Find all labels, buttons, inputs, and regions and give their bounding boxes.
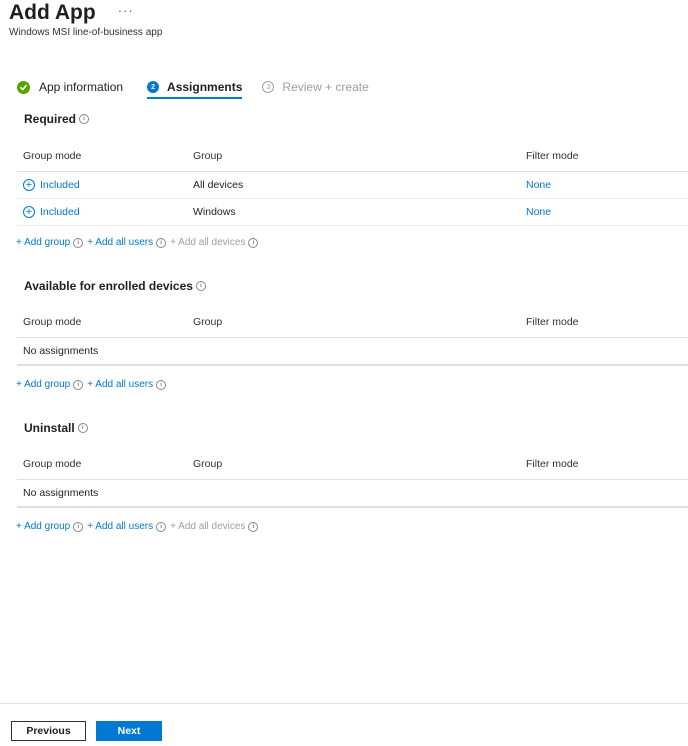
filter-mode-link[interactable]: None: [526, 172, 551, 198]
add-all-devices-link[interactable]: + Add all devices: [170, 521, 245, 532]
column-header-filter-mode: Filter mode: [526, 150, 579, 162]
section-available-title: Available for enrolled devices i: [24, 279, 206, 293]
add-group-link[interactable]: + Add group: [16, 379, 70, 390]
page-header: Add App ··· Windows MSI line-of-business…: [9, 0, 162, 38]
info-icon[interactable]: i: [73, 521, 84, 532]
step-number-icon: 3: [262, 81, 275, 93]
add-all-devices-link[interactable]: + Add all devices: [170, 237, 245, 248]
group-mode-link[interactable]: Included: [40, 206, 80, 218]
filter-mode-link[interactable]: None: [526, 199, 551, 225]
next-button[interactable]: Next: [96, 721, 162, 741]
step-label: Assignments: [167, 80, 243, 94]
column-header-group-mode: Group mode: [23, 316, 82, 328]
empty-state-text: No assignments: [23, 345, 99, 357]
info-icon[interactable]: i: [248, 521, 259, 532]
info-icon[interactable]: i: [156, 237, 167, 248]
group-mode-link[interactable]: Included: [40, 179, 80, 191]
column-header-filter-mode: Filter mode: [526, 458, 579, 470]
page-subtitle: Windows MSI line-of-business app: [9, 27, 163, 38]
section-title-text: Available for enrolled devices: [24, 279, 193, 293]
group-mode-cell[interactable]: + Included: [23, 199, 80, 225]
wizard-steps: App information 2 Assignments 3 Review +…: [17, 76, 369, 99]
step-label: Review + create: [282, 80, 369, 94]
available-table: Group mode Group Filter mode No assignme…: [17, 307, 688, 366]
table-row: + Included All devices None: [17, 172, 688, 199]
plus-circle-icon: +: [23, 179, 35, 191]
plus-circle-icon: +: [23, 206, 35, 218]
section-required-title: Required i: [24, 112, 90, 126]
column-header-group: Group: [193, 458, 223, 470]
section-uninstall-title: Uninstall i: [24, 421, 88, 435]
info-icon[interactable]: i: [73, 237, 84, 248]
info-icon[interactable]: i: [77, 423, 88, 433]
section-title-text: Uninstall: [24, 421, 75, 435]
empty-state-text: No assignments: [23, 487, 99, 499]
group-cell: All devices: [193, 179, 244, 191]
table-empty-row: No assignments: [17, 338, 688, 366]
section-title-text: Required: [24, 112, 77, 126]
table-header-row: Group mode Group Filter mode: [17, 449, 688, 480]
table-header-row: Group mode Group Filter mode: [17, 307, 688, 338]
info-icon[interactable]: i: [79, 114, 90, 124]
table-row: + Included Windows None: [17, 199, 688, 226]
column-header-filter-mode: Filter mode: [526, 316, 579, 328]
step-app-information[interactable]: App information: [17, 76, 123, 98]
add-all-users-link[interactable]: + Add all users: [87, 521, 153, 532]
table-empty-row: No assignments: [17, 480, 688, 508]
footer-divider: [0, 703, 688, 704]
add-all-users-link[interactable]: + Add all users: [87, 237, 153, 248]
step-label: App information: [39, 80, 124, 94]
table-header-row: Group mode Group Filter mode: [17, 141, 688, 172]
column-header-group: Group: [193, 150, 223, 162]
column-header-group: Group: [193, 316, 223, 328]
available-actions: + Add group i + Add all users i: [16, 379, 170, 390]
checkmark-icon: [17, 80, 30, 94]
previous-button[interactable]: Previous: [11, 721, 86, 741]
page-title: Add App: [9, 1, 96, 24]
more-options-icon[interactable]: ···: [118, 3, 134, 18]
info-icon[interactable]: i: [156, 521, 167, 532]
info-icon[interactable]: i: [248, 237, 259, 248]
step-assignments[interactable]: 2 Assignments: [147, 76, 243, 99]
group-cell: Windows: [193, 206, 236, 218]
step-number-icon: 2: [147, 81, 160, 93]
add-group-link[interactable]: + Add group: [16, 237, 70, 248]
required-actions: + Add group i + Add all users i + Add al…: [16, 237, 262, 248]
info-icon[interactable]: i: [156, 379, 167, 390]
uninstall-actions: + Add group i + Add all users i + Add al…: [16, 521, 262, 532]
add-group-link[interactable]: + Add group: [16, 521, 70, 532]
column-header-group-mode: Group mode: [23, 458, 82, 470]
required-table: Group mode Group Filter mode + Included …: [17, 141, 688, 226]
uninstall-table: Group mode Group Filter mode No assignme…: [17, 449, 688, 508]
column-header-group-mode: Group mode: [23, 150, 82, 162]
group-mode-cell[interactable]: + Included: [23, 172, 80, 198]
add-all-users-link[interactable]: + Add all users: [87, 379, 153, 390]
info-icon[interactable]: i: [73, 379, 84, 390]
info-icon[interactable]: i: [195, 281, 206, 291]
step-review-create[interactable]: 3 Review + create: [262, 76, 369, 98]
